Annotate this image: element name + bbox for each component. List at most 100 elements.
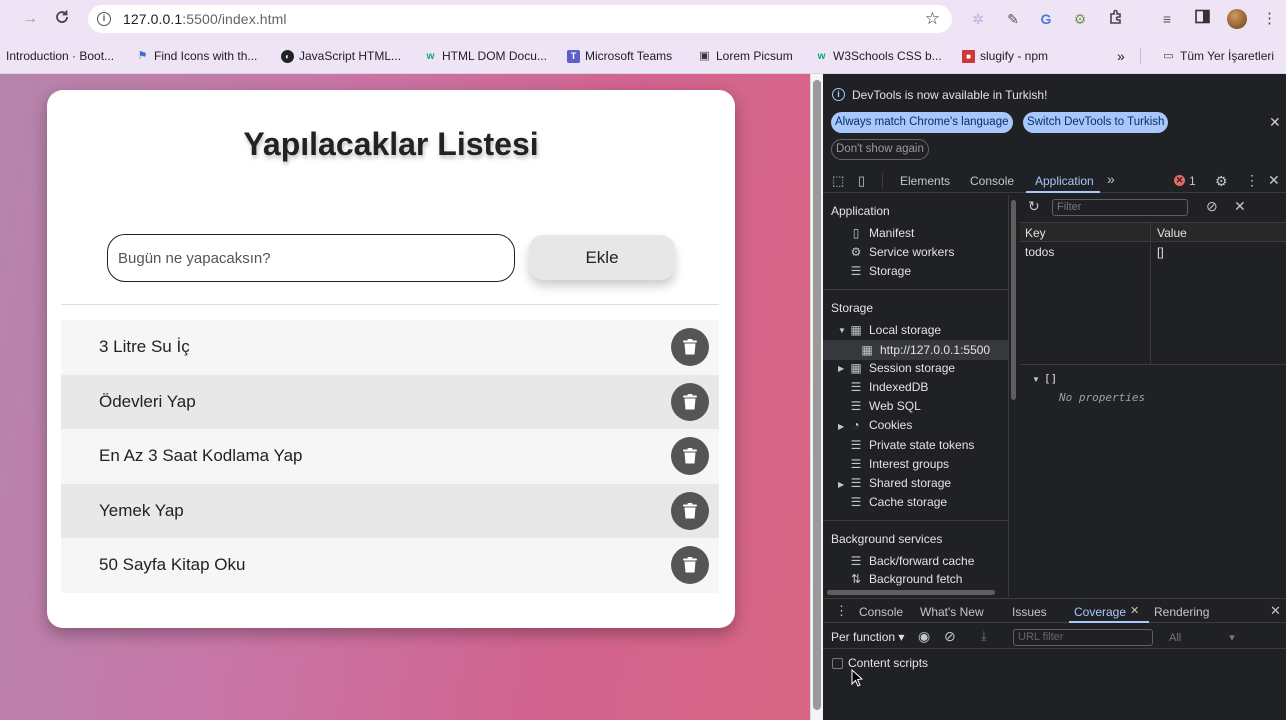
sidebar-item-session-storage[interactable]: ▦ Session storage xyxy=(849,361,955,375)
extensions-puzzle-icon[interactable] xyxy=(1106,9,1126,29)
bookmark-find-icons[interactable]: ⚑ Find Icons with th... xyxy=(136,48,258,64)
js-extension-icon[interactable]: ⚙ xyxy=(1070,9,1090,29)
sidebar-header-background: Background services xyxy=(831,532,943,546)
row-value[interactable]: [] xyxy=(1157,245,1164,259)
inspect-element-icon[interactable]: ⬚ xyxy=(832,173,844,189)
error-icon[interactable]: ✕ xyxy=(1174,175,1185,186)
add-button[interactable]: Ekle xyxy=(529,235,675,280)
value-column-header[interactable]: Value xyxy=(1157,226,1187,240)
delete-selected-icon[interactable]: ✕ xyxy=(1234,198,1246,215)
todo-input[interactable] xyxy=(107,234,515,282)
close-devtools-icon[interactable]: ✕ xyxy=(1268,172,1280,189)
delete-button[interactable] xyxy=(671,546,709,584)
drawer-tab-console[interactable]: Console xyxy=(859,605,903,619)
devtools-menu-icon[interactable]: ⋮ xyxy=(1245,172,1259,189)
reload-icon[interactable] xyxy=(52,9,72,29)
sidebar-item-interest-groups[interactable]: ☰ Interest groups xyxy=(849,457,949,471)
drawer-tab-rendering[interactable]: Rendering xyxy=(1154,605,1209,619)
address-bar[interactable]: i 127.0.0.1:5500/index.html ☆ xyxy=(88,5,952,33)
todo-text: 3 Litre Su İç xyxy=(99,337,190,357)
url-text[interactable]: 127.0.0.1:5500/index.html xyxy=(123,11,287,27)
devtools-resize-handle[interactable] xyxy=(810,74,823,720)
sidebar-item-private-state-tokens[interactable]: ☰ Private state tokens xyxy=(849,438,975,452)
bookmark-w3schools-css[interactable]: w W3Schools CSS b... xyxy=(815,48,942,64)
match-language-button[interactable]: Always match Chrome's language xyxy=(831,112,1013,133)
close-coverage-tab-icon[interactable]: ✕ xyxy=(1130,604,1139,617)
bookmark-html-dom[interactable]: w HTML DOM Docu... xyxy=(424,48,547,64)
tab-application[interactable]: Application xyxy=(1035,174,1094,188)
expanded-arrow-icon[interactable]: ▼ xyxy=(1032,375,1040,384)
device-toolbar-icon[interactable]: ▯ xyxy=(858,173,865,189)
side-panel-icon[interactable] xyxy=(1192,9,1212,29)
color-picker-extension-icon[interactable]: ✎ xyxy=(1003,9,1023,29)
delete-button[interactable] xyxy=(671,328,709,366)
clear-icon[interactable]: ⊘ xyxy=(944,628,956,645)
sidebar-item-indexeddb[interactable]: ☰ IndexedDB xyxy=(849,380,929,394)
bookmark-star-icon[interactable]: ☆ xyxy=(925,9,940,29)
bookmark-slugify[interactable]: ■ slugify - npm xyxy=(962,48,1048,64)
settings-gear-icon[interactable]: ⚙ xyxy=(1215,173,1228,190)
record-icon[interactable]: ◉ xyxy=(918,628,930,645)
sidebar-item-websql[interactable]: ☰ Web SQL xyxy=(849,399,921,413)
bookmark-microsoft-teams[interactable]: T Microsoft Teams xyxy=(567,48,672,64)
close-banner-icon[interactable]: ✕ xyxy=(1269,114,1281,131)
sidebar-item-storage[interactable]: ☰ Storage xyxy=(849,264,911,278)
row-key[interactable]: todos xyxy=(1025,245,1054,259)
sidebar-item-local-origin[interactable]: ▦ http://127.0.0.1:5500 xyxy=(823,340,1008,360)
database-icon: ☰ xyxy=(850,457,862,471)
database-icon: ☰ xyxy=(850,380,862,394)
teams-icon: T xyxy=(567,49,580,63)
collapsed-arrow-icon[interactable]: ▶ xyxy=(838,422,844,431)
delete-button[interactable] xyxy=(671,491,709,530)
sidebar-item-cache-storage[interactable]: ☰ Cache storage xyxy=(849,495,947,509)
sidebar-item-bfcache[interactable]: ☰ Back/forward cache xyxy=(849,554,975,568)
refresh-icon[interactable]: ↻ xyxy=(1028,198,1040,215)
type-filter-select[interactable]: All ▾ xyxy=(1169,631,1235,644)
bookmark-lorem-picsum[interactable]: ▣ Lorem Picsum xyxy=(698,48,792,64)
delete-button[interactable] xyxy=(671,382,709,421)
collapsed-arrow-icon[interactable]: ▶ xyxy=(838,364,844,373)
document-icon: ▯ xyxy=(852,226,860,240)
more-bookmarks-button[interactable]: » xyxy=(1117,48,1125,64)
collapsed-arrow-icon[interactable]: ▶ xyxy=(838,480,844,489)
bookmark-bootstrap[interactable]: Introduction · Boot... xyxy=(6,48,114,64)
close-drawer-icon[interactable]: ✕ xyxy=(1270,603,1281,619)
media-control-icon[interactable]: ≡ xyxy=(1157,9,1177,29)
chrome-menu-icon[interactable]: ⋮ xyxy=(1262,9,1277,27)
translate-extension-icon[interactable]: G xyxy=(1036,9,1056,29)
sidebar-item-cookies[interactable]: ◔ Cookies xyxy=(849,418,912,432)
delete-button[interactable] xyxy=(671,437,709,475)
filter-input[interactable]: Filter xyxy=(1052,199,1188,216)
content-scripts-checkbox[interactable] xyxy=(832,658,843,669)
sidebar-item-local-storage[interactable]: ▦ Local storage xyxy=(849,323,941,337)
key-column-header[interactable]: Key xyxy=(1025,226,1046,240)
drawer-tab-coverage[interactable]: Coverage xyxy=(1074,605,1126,619)
profile-avatar[interactable] xyxy=(1227,9,1247,29)
tab-elements[interactable]: Elements xyxy=(900,174,950,188)
sidebar-item-manifest[interactable]: ▯ Manifest xyxy=(849,226,915,240)
drawer-tab-issues[interactable]: Issues xyxy=(1012,605,1047,619)
tab-console[interactable]: Console xyxy=(970,174,1014,188)
more-tabs-button[interactable]: » xyxy=(1107,171,1115,187)
sidebar-item-background-fetch[interactable]: ⇅ Background fetch xyxy=(849,572,962,586)
extension-icon[interactable]: ✲ xyxy=(968,9,988,29)
sidebar-scrollbar[interactable] xyxy=(1011,200,1016,400)
drawer-menu-icon[interactable]: ⋮ xyxy=(835,603,848,619)
export-download-icon[interactable]: ⤓ xyxy=(981,628,987,644)
forward-arrow-icon[interactable]: → xyxy=(20,9,40,29)
error-count[interactable]: 1 xyxy=(1189,174,1196,188)
all-bookmarks-button[interactable]: ▭ Tüm Yer İşaretleri xyxy=(1162,48,1274,64)
sidebar-item-shared-storage[interactable]: ☰ Shared storage xyxy=(849,476,951,490)
site-info-icon[interactable]: i xyxy=(97,12,111,26)
sidebar-horizontal-scrollbar[interactable] xyxy=(827,590,995,595)
page-scrollbar[interactable] xyxy=(813,80,821,710)
url-filter-input[interactable]: URL filter xyxy=(1013,629,1153,646)
clear-all-icon[interactable]: ⊘ xyxy=(1206,198,1218,215)
per-function-select[interactable]: Per function ▾ xyxy=(831,630,904,644)
expanded-arrow-icon[interactable]: ▼ xyxy=(838,326,846,335)
switch-language-button[interactable]: Switch DevTools to Turkish xyxy=(1023,112,1169,133)
drawer-tab-whats-new[interactable]: What's New xyxy=(920,605,984,619)
sidebar-item-service-workers[interactable]: ⚙ Service workers xyxy=(849,245,955,259)
bookmark-javascript-html[interactable]: ◐ JavaScript HTML... xyxy=(281,48,401,64)
dont-show-again-button[interactable]: Don't show again xyxy=(831,139,929,160)
